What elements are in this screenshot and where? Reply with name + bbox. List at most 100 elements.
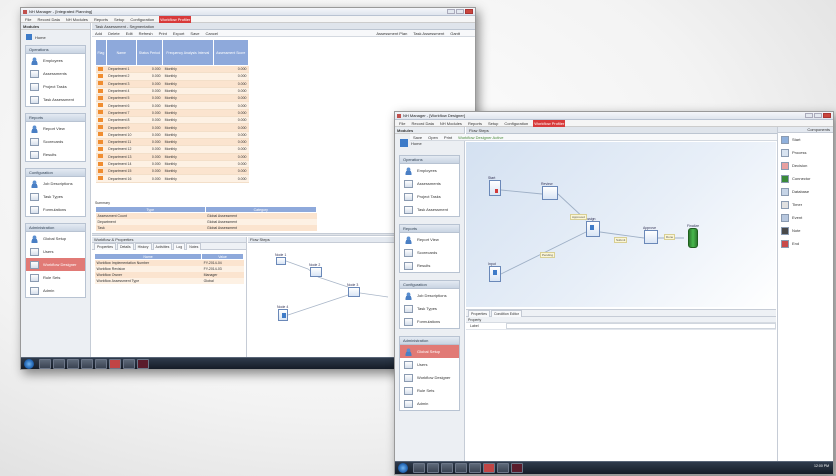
menu-item[interactable]: Reports bbox=[93, 16, 109, 23]
sidebar-item[interactable]: Admin bbox=[400, 397, 459, 410]
table-row[interactable]: Department 16 0.000 Monthly 0.000 bbox=[95, 174, 249, 183]
sidebar-home[interactable]: Home bbox=[21, 30, 90, 44]
table-row[interactable]: Department 9 0.000 Monthly 0.000 bbox=[95, 123, 249, 132]
taskbar-app-button[interactable] bbox=[469, 463, 481, 473]
palette-item[interactable]: End bbox=[778, 237, 833, 250]
menu-item[interactable]: Record Data bbox=[410, 120, 434, 127]
menu-item[interactable]: Reports bbox=[467, 120, 483, 127]
menu-item[interactable]: Configuration bbox=[503, 120, 529, 127]
document-tab[interactable]: Task Assessment - Segmentation bbox=[92, 23, 475, 30]
taskbar-app-button[interactable] bbox=[137, 359, 149, 369]
property-value-input[interactable] bbox=[506, 323, 776, 329]
sidebar-item[interactable]: Workflow Designer bbox=[400, 371, 459, 384]
toolbar-button[interactable]: Print bbox=[159, 31, 167, 36]
taskbar-app-button[interactable] bbox=[81, 359, 93, 369]
properties-tab[interactable]: Properties bbox=[468, 310, 490, 317]
sidebar-item[interactable]: Project Tasks bbox=[26, 80, 85, 93]
taskbar-app-button[interactable] bbox=[511, 463, 523, 473]
sidebar-item[interactable]: Employees bbox=[26, 54, 85, 67]
close-button[interactable] bbox=[823, 113, 831, 118]
taskbar-app-button[interactable] bbox=[67, 359, 79, 369]
menu-item[interactable]: Setup bbox=[113, 16, 125, 23]
menu-item[interactable]: Workflow Profiler bbox=[533, 120, 566, 127]
menu-item[interactable]: Record Data bbox=[36, 16, 60, 23]
menu-item[interactable]: Workflow Profiler bbox=[159, 16, 192, 23]
table-row[interactable]: Department 10 0.000 Monthly 0.000 bbox=[95, 131, 249, 139]
table-row[interactable]: Department 7 0.000 Monthly 0.000 bbox=[95, 109, 249, 118]
table-row[interactable]: Department 3 0.000 Monthly 0.000 bbox=[95, 80, 249, 88]
toolbar-button[interactable]: Add bbox=[95, 31, 102, 36]
sidebar-item[interactable]: Global Setup bbox=[26, 232, 85, 245]
sidebar-item[interactable]: Admin bbox=[26, 284, 85, 297]
taskbar-app-button[interactable] bbox=[483, 463, 495, 473]
toolbar-right-button[interactable]: Gantt bbox=[450, 31, 460, 36]
table-row[interactable]: Department 1 0.000 Monthly 0.000 bbox=[95, 65, 249, 74]
start-button[interactable] bbox=[24, 359, 34, 369]
column-header[interactable]: Name bbox=[105, 39, 137, 66]
sidebar-section-header[interactable]: Configuration bbox=[26, 169, 85, 177]
column-header[interactable]: Assessment Score bbox=[212, 39, 250, 66]
sidebar-section-header[interactable]: Configuration bbox=[400, 281, 459, 289]
column-header[interactable]: Frequency Analysis Interval bbox=[162, 39, 214, 66]
table-row[interactable]: Department 12 0.000 Monthly 0.000 bbox=[95, 145, 249, 154]
sidebar-section-header[interactable]: Administration bbox=[400, 337, 459, 345]
preview-node[interactable]: Node 1 bbox=[275, 253, 286, 265]
subtab[interactable]: Activities bbox=[152, 243, 173, 250]
sidebar-item[interactable]: Report View bbox=[400, 233, 459, 246]
workflow-node-approve[interactable]: Approve bbox=[643, 226, 658, 244]
workflow-node-assign[interactable]: Assign bbox=[585, 217, 600, 237]
taskbar-app-button[interactable] bbox=[109, 359, 121, 369]
sidebar-item[interactable]: Report View bbox=[26, 122, 85, 135]
sidebar-section-header[interactable]: Reports bbox=[400, 225, 459, 233]
subtab[interactable]: Properties bbox=[94, 243, 116, 250]
toolbar-button[interactable]: Edit bbox=[126, 31, 133, 36]
sidebar-item[interactable]: Task Assessment bbox=[400, 203, 459, 216]
maximize-button[interactable] bbox=[456, 9, 464, 14]
palette-item[interactable]: Process bbox=[778, 146, 833, 159]
table-row[interactable]: Workflow Assessment Type Global bbox=[94, 277, 244, 284]
palette-item[interactable]: Database bbox=[778, 185, 833, 198]
workflow-node-review[interactable]: Review bbox=[541, 182, 558, 200]
sidebar-item[interactable]: Task Assessment bbox=[26, 93, 85, 106]
sidebar-item[interactable]: Task Types bbox=[26, 190, 85, 203]
sidebar-item[interactable]: Rule Sets bbox=[400, 384, 459, 397]
menu-item[interactable]: NH Modules bbox=[65, 16, 89, 23]
column-header[interactable]: Flag bbox=[95, 39, 107, 66]
menu-item[interactable]: File bbox=[24, 16, 32, 23]
toolbar-button[interactable]: Save bbox=[413, 135, 422, 140]
table-row[interactable]: Department 14 0.000 Monthly 0.000 bbox=[95, 160, 249, 169]
toolbar-button[interactable]: Cancel bbox=[206, 31, 218, 36]
sidebar-item[interactable]: Scorecards bbox=[26, 135, 85, 148]
workflow-node-input[interactable]: Input bbox=[488, 262, 501, 282]
sidebar-item[interactable]: Formulations bbox=[26, 203, 85, 216]
sidebar-section-header[interactable]: Operations bbox=[400, 156, 459, 164]
subtab[interactable]: History bbox=[134, 243, 152, 250]
workflow-node-finalize[interactable]: Finalize bbox=[687, 224, 699, 248]
sidebar-item[interactable]: Scorecards bbox=[400, 246, 459, 259]
menu-item[interactable]: File bbox=[398, 120, 406, 127]
sidebar-item[interactable]: Assessments bbox=[400, 177, 459, 190]
start-button[interactable] bbox=[398, 463, 408, 473]
table-row[interactable]: Department 13 0.000 Monthly 0.000 bbox=[95, 153, 249, 161]
close-button[interactable] bbox=[465, 9, 473, 14]
sidebar-section-header[interactable]: Administration bbox=[26, 224, 85, 232]
sidebar-item[interactable]: Users bbox=[26, 245, 85, 258]
menu-item[interactable]: Configuration bbox=[129, 16, 155, 23]
taskbar-app-button[interactable] bbox=[95, 359, 107, 369]
maximize-button[interactable] bbox=[814, 113, 822, 118]
table-row[interactable]: Department 4 0.000 Monthly 0.000 bbox=[95, 87, 249, 96]
sidebar-item[interactable]: Task Types bbox=[400, 302, 459, 315]
menu-item[interactable]: NH Modules bbox=[439, 120, 463, 127]
table-row[interactable]: Department 11 0.000 Monthly 0.000 bbox=[95, 138, 249, 147]
workflow-canvas[interactable]: Start Review Assign Approve Finalize Inp… bbox=[466, 142, 776, 307]
workflow-node-start[interactable]: Start bbox=[488, 176, 501, 196]
sidebar-item[interactable]: Job Descriptions bbox=[400, 289, 459, 302]
palette-item[interactable]: Note bbox=[778, 224, 833, 237]
subtab[interactable]: Log bbox=[173, 243, 186, 250]
palette-item[interactable]: Start bbox=[778, 133, 833, 146]
toolbar-button[interactable]: Save bbox=[190, 31, 199, 36]
table-row[interactable]: Department 6 0.000 Monthly 0.000 bbox=[95, 101, 249, 110]
taskbar-app-button[interactable] bbox=[53, 359, 65, 369]
preview-node[interactable]: Node 4 bbox=[277, 305, 288, 321]
palette-item[interactable]: Timer bbox=[778, 198, 833, 211]
